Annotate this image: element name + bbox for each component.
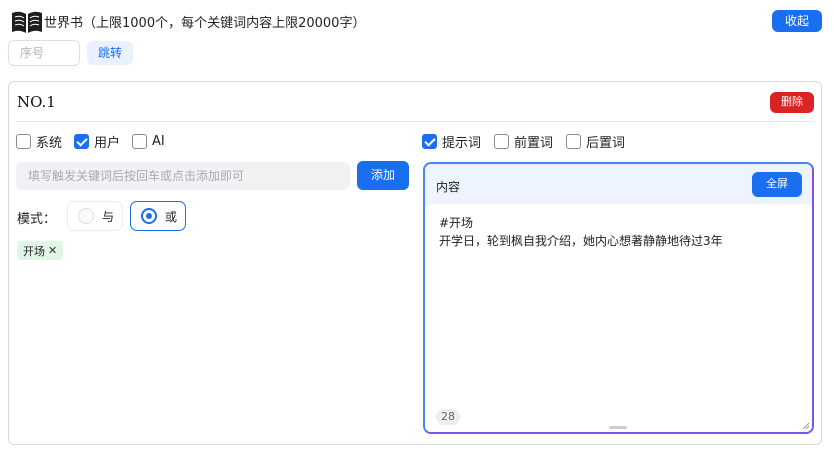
- checkbox-label: 后置词: [586, 135, 626, 151]
- add-keyword-button[interactable]: 添加: [357, 161, 409, 190]
- checkbox-unchecked-icon[interactable]: [494, 133, 509, 149]
- checkbox-label: AI: [152, 133, 165, 149]
- checkbox-checked-icon[interactable]: [422, 133, 437, 149]
- radio-selected-icon[interactable]: [141, 208, 157, 224]
- keyword-tag: 开场 ✕: [17, 241, 64, 260]
- checkbox-unchecked-icon[interactable]: [132, 133, 147, 149]
- mode-label: 模式：: [17, 212, 57, 227]
- fullscreen-button[interactable]: 全屏: [752, 172, 802, 197]
- content-editor: 内容 全屏 #开场 开学日，轮到枫自我介绍，她内心想著静静地待过3年 28: [423, 162, 814, 434]
- worldbook-header: 世界书（上限1000个，每个关键词内容上限20000字） 收起: [10, 9, 822, 33]
- drag-handle[interactable]: [609, 426, 627, 429]
- divider: [16, 121, 814, 122]
- type-checkbox-prompt[interactable]: 提示词: [422, 132, 482, 151]
- keyword-input[interactable]: [16, 162, 350, 190]
- resize-grip-icon[interactable]: [802, 422, 810, 430]
- entry-card: NO.1 删除 系统 用户 AI 提示词 前置词 后置词 添加 模式： 与 或 …: [8, 81, 822, 445]
- checkbox-checked-icon[interactable]: [74, 133, 89, 149]
- tag-label: 开场: [23, 244, 45, 258]
- mode-radio-or[interactable]: 或: [130, 201, 186, 231]
- radio-unselected-icon[interactable]: [78, 208, 94, 224]
- type-checkbox-prefix[interactable]: 前置词: [494, 132, 554, 151]
- checkbox-unchecked-icon[interactable]: [16, 133, 31, 149]
- radio-label: 与: [102, 209, 115, 224]
- close-icon[interactable]: ✕: [48, 244, 57, 257]
- sequence-input[interactable]: [8, 40, 80, 66]
- checkbox-label: 前置词: [514, 135, 554, 151]
- type-checkbox-suffix[interactable]: 后置词: [566, 132, 626, 151]
- radio-label: 或: [165, 209, 178, 224]
- checkbox-label: 系统: [36, 135, 63, 151]
- role-checkbox-system[interactable]: 系统: [16, 132, 63, 151]
- page-title: 世界书（上限1000个，每个关键词内容上限20000字）: [44, 16, 366, 31]
- role-checkbox-user[interactable]: 用户: [74, 132, 121, 151]
- editor-title: 内容: [436, 180, 461, 194]
- char-count-badge: 28: [436, 409, 460, 425]
- content-textarea[interactable]: #开场 开学日，轮到枫自我介绍，她内心想著静静地待过3年 28: [425, 204, 812, 432]
- open-book-icon: [12, 11, 42, 33]
- checkbox-label: 用户: [94, 135, 121, 151]
- mode-radio-and[interactable]: 与: [67, 201, 123, 231]
- content-line: #开场: [439, 216, 474, 230]
- entry-title: NO.1: [17, 93, 56, 111]
- checkbox-unchecked-icon[interactable]: [566, 133, 581, 149]
- checkbox-label: 提示词: [442, 135, 482, 151]
- delete-button[interactable]: 删除: [770, 92, 814, 113]
- role-checkbox-ai[interactable]: AI: [132, 132, 165, 150]
- collapse-button[interactable]: 收起: [772, 10, 822, 32]
- jump-button[interactable]: 跳转: [87, 41, 133, 65]
- content-line: 开学日，轮到枫自我介绍，她内心想著静静地待过3年: [439, 234, 723, 248]
